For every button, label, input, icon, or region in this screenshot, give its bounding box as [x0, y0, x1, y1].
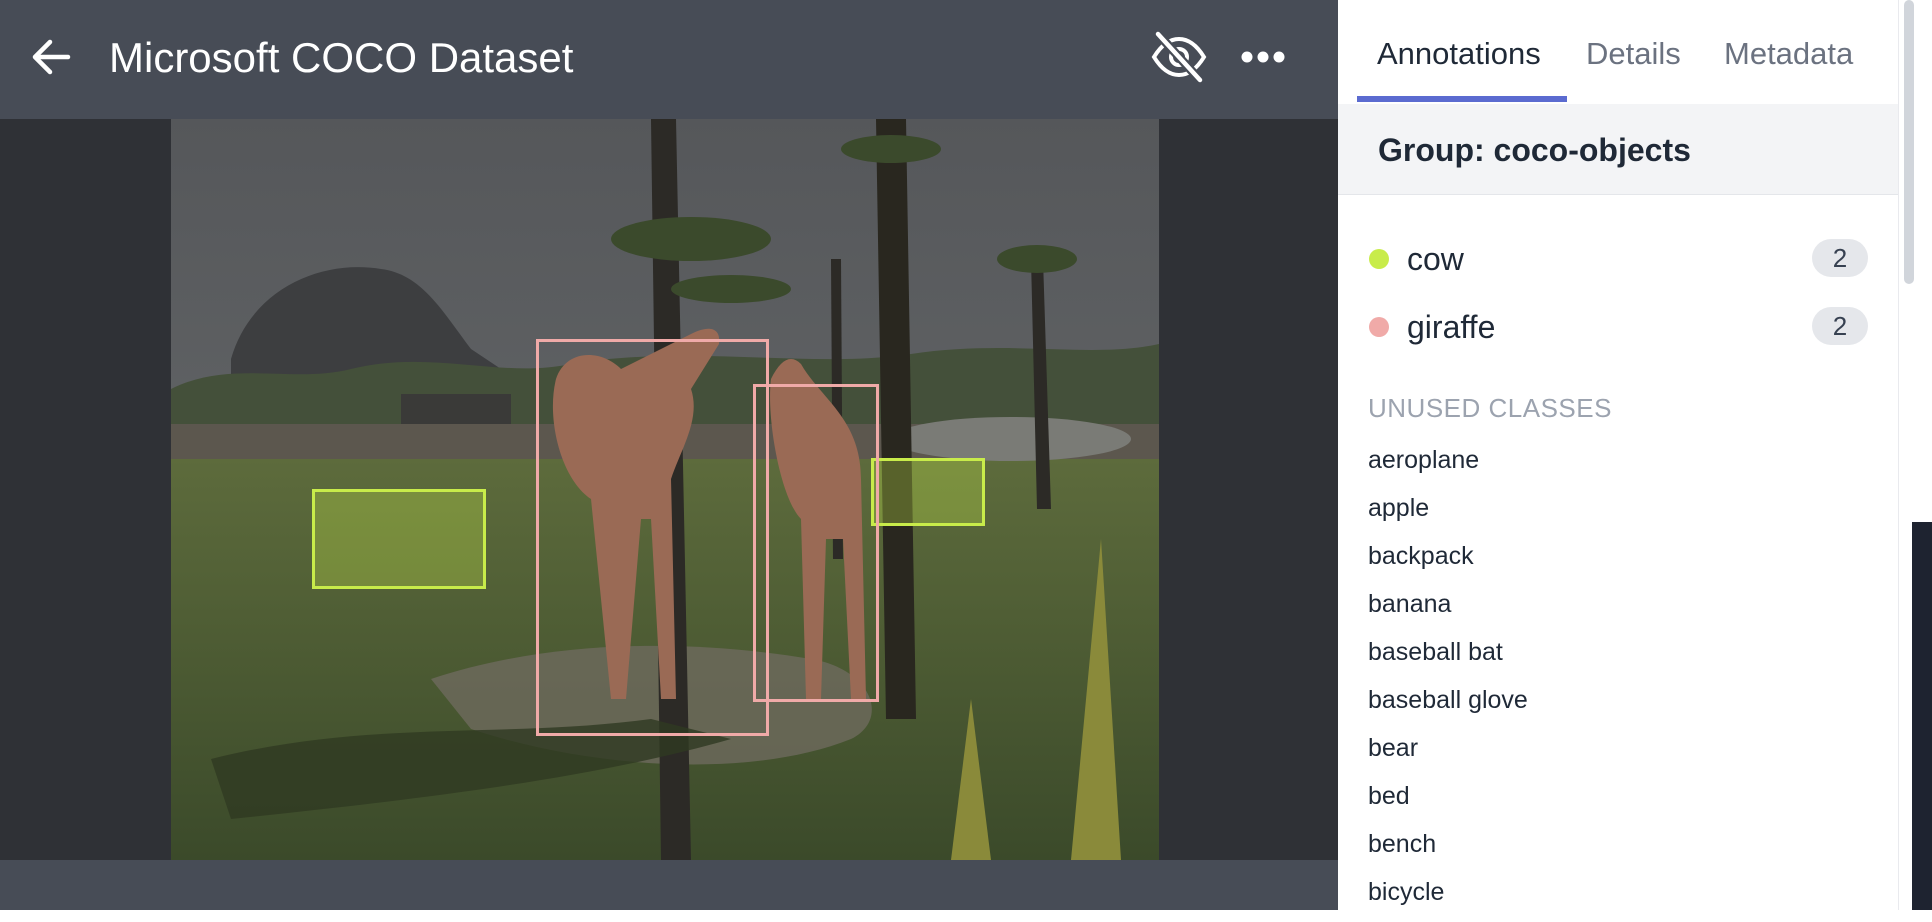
tab-annotations[interactable]: Annotations [1377, 34, 1541, 74]
class-count-badge: 2 [1812, 239, 1868, 277]
class-row-cow[interactable]: cow 2 [1338, 231, 1898, 287]
list-item[interactable]: bed [1368, 778, 1528, 826]
unused-classes-list: aeroplane apple backpack banana baseball… [1368, 442, 1528, 922]
hide-annotations-button[interactable] [1150, 29, 1208, 85]
list-item[interactable]: baseball glove [1368, 682, 1528, 730]
cow-bounding-box[interactable] [312, 489, 486, 589]
arrow-left-icon [32, 39, 71, 75]
cow-color-dot [1369, 249, 1389, 269]
group-header: Group: coco-objects [1338, 104, 1898, 195]
list-item[interactable]: bicycle [1368, 874, 1528, 922]
tab-metadata[interactable]: Metadata [1724, 34, 1853, 74]
back-button[interactable] [28, 34, 74, 80]
window-edge [1912, 522, 1932, 910]
list-item[interactable]: banana [1368, 586, 1528, 634]
class-name: giraffe [1407, 309, 1496, 345]
active-tab-indicator [1357, 96, 1567, 102]
page-title: Microsoft COCO Dataset [109, 34, 574, 81]
viewer-header: Microsoft COCO Dataset [0, 0, 1338, 119]
list-item[interactable]: bench [1368, 826, 1528, 874]
class-count-badge: 2 [1812, 307, 1868, 345]
scrollbar-thumb[interactable] [1904, 0, 1914, 284]
tab-bar: Annotations Details Metadata [1338, 0, 1898, 105]
unused-classes-heading: UNUSED CLASSES [1368, 393, 1612, 423]
giraffe-bounding-box[interactable] [536, 339, 769, 736]
tab-details[interactable]: Details [1586, 34, 1681, 74]
cow-bounding-box[interactable] [871, 458, 985, 526]
viewer-footer [0, 860, 1338, 910]
list-item[interactable]: apple [1368, 490, 1528, 538]
eye-off-icon [1151, 29, 1207, 85]
list-item[interactable]: bear [1368, 730, 1528, 778]
more-options-button[interactable] [1240, 42, 1286, 72]
image-viewer: Microsoft COCO Dataset [0, 0, 1338, 910]
dataset-image[interactable] [171, 119, 1159, 860]
more-horizontal-icon [1241, 51, 1285, 63]
giraffe-color-dot [1369, 317, 1389, 337]
list-item[interactable]: backpack [1368, 538, 1528, 586]
class-name: cow [1407, 241, 1464, 277]
list-item[interactable]: aeroplane [1368, 442, 1528, 490]
list-item[interactable]: baseball bat [1368, 634, 1528, 682]
class-row-giraffe[interactable]: giraffe 2 [1338, 299, 1898, 355]
group-title: Group: coco-objects [1378, 132, 1691, 168]
annotation-sidebar: Annotations Details Metadata Group: coco… [1338, 0, 1932, 910]
giraffe-bounding-box[interactable] [753, 384, 879, 702]
